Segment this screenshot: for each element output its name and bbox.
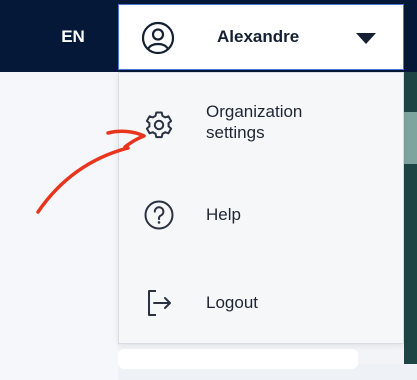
user-circle-icon <box>141 21 175 55</box>
user-menu-button[interactable]: Alexandre <box>118 4 404 70</box>
menu-item-organization-settings[interactable]: Organization settings <box>119 95 403 155</box>
gear-icon <box>145 111 173 139</box>
menu-item-label: Help <box>206 205 241 224</box>
content-card <box>118 349 358 369</box>
menu-item-logout[interactable]: Logout <box>119 281 403 325</box>
side-panel-highlight <box>404 112 417 164</box>
question-circle-icon <box>144 200 174 230</box>
language-selector[interactable]: EN <box>50 26 96 48</box>
caret-down-icon <box>356 33 376 44</box>
user-name: Alexandre <box>217 27 300 46</box>
user-dropdown-menu: Organization settings Help Logout <box>118 72 404 344</box>
menu-item-label: Logout <box>206 293 258 312</box>
menu-item-help[interactable]: Help <box>119 193 403 237</box>
logout-icon <box>148 290 171 316</box>
content-panel <box>0 80 118 380</box>
menu-item-label: Organization settings <box>206 102 303 142</box>
